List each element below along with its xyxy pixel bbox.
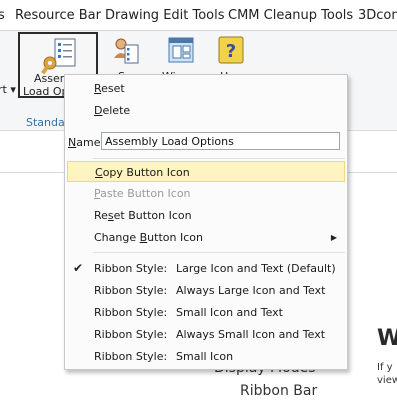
menu-item-label: Reset Button Icon	[94, 209, 192, 222]
menu-item-label: Paste Button Icon	[94, 187, 191, 200]
ribbon-style-value: Always Small Icon and Text	[176, 328, 326, 341]
help-icon: ?	[218, 36, 244, 64]
context-menu: Reset Delete Name Copy Button Icon Paste…	[64, 74, 348, 370]
submenu-arrow-icon: ▶	[330, 233, 337, 242]
ribbon-style-value: Large Icon and Text (Default)	[176, 262, 336, 275]
ribbon-style-label: Ribbon Style:	[94, 328, 168, 341]
name-label: Name	[68, 136, 101, 149]
menu-separator	[93, 158, 345, 159]
menu-item-reset[interactable]: Reset	[67, 78, 345, 99]
ribbon-style-label: Ribbon Style:	[94, 262, 168, 275]
tab-resource-bar[interactable]: Resource Bar	[15, 8, 101, 23]
partial-button-label[interactable]: rt ▾	[0, 83, 16, 96]
menu-separator	[93, 252, 345, 253]
ribbon-style-value: Small Icon and Text	[176, 306, 283, 319]
tab-3dcon[interactable]: 3Dcon	[358, 8, 397, 23]
menu-item-change-button-icon[interactable]: Change Button Icon ▶	[67, 227, 345, 248]
name-input[interactable]	[101, 132, 340, 150]
menu-item-copy-button-icon[interactable]: Copy Button Icon	[67, 161, 345, 182]
tab-partial[interactable]: s	[0, 8, 5, 23]
menu-item-label: Delete	[94, 104, 131, 117]
tab-drawing-edit-tools[interactable]: Drawing Edit Tools	[105, 8, 225, 23]
menu-item-ribbon-style-always-small-icon-text[interactable]: Ribbon Style: Always Small Icon and Text	[67, 324, 345, 345]
menu-item-delete[interactable]: Delete	[67, 100, 345, 121]
name-row: Name	[65, 131, 347, 153]
menu-item-label: Reset	[94, 82, 125, 95]
ribbon-group-label: Standar	[26, 116, 70, 129]
menu-item-label: Copy Button Icon	[95, 166, 190, 179]
ribbon-style-label: Ribbon Style:	[94, 306, 168, 319]
menu-item-ribbon-style-small-icon-text[interactable]: Ribbon Style: Small Icon and Text	[67, 302, 345, 323]
ribbon-style-value: Always Large Icon and Text	[176, 284, 326, 297]
ribbon-style-label: Ribbon Style:	[94, 350, 168, 363]
document-heading: W	[377, 326, 397, 351]
menu-item-ribbon-style-small-icon[interactable]: Ribbon Style: Small Icon	[67, 346, 345, 367]
menu-item-ribbon-style-large-icon-text-default[interactable]: ✔ Ribbon Style: Large Icon and Text (Def…	[67, 258, 345, 279]
menu-item-label: Change Button Icon	[94, 231, 203, 244]
svg-text:?: ?	[226, 41, 236, 62]
menu-item-ribbon-style-always-large-icon-text[interactable]: Ribbon Style: Always Large Icon and Text	[67, 280, 345, 301]
user-options-icon	[114, 38, 139, 64]
document-text-line-2: view	[377, 375, 397, 386]
tab-cmm-cleanup-tools[interactable]: CMM Cleanup Tools	[228, 8, 353, 23]
ribbon-style-label: Ribbon Style:	[94, 284, 168, 297]
window-options-icon	[168, 37, 194, 63]
ribbon-style-value: Small Icon	[176, 350, 234, 363]
assembly-button-caption-2: Load Op	[23, 85, 69, 98]
assembly-load-options-icon	[41, 38, 76, 75]
checkmark-icon: ✔	[73, 261, 84, 275]
menu-item-paste-button-icon[interactable]: Paste Button Icon	[67, 183, 345, 204]
document-ribbon-bar: Ribbon Bar	[240, 383, 318, 399]
menu-item-reset-button-icon[interactable]: Reset Button Icon	[67, 205, 345, 226]
ribbon-tab-strip: s Resource Bar Drawing Edit Tools CMM Cl…	[0, 0, 397, 31]
document-text-line-1: If y	[377, 362, 393, 373]
